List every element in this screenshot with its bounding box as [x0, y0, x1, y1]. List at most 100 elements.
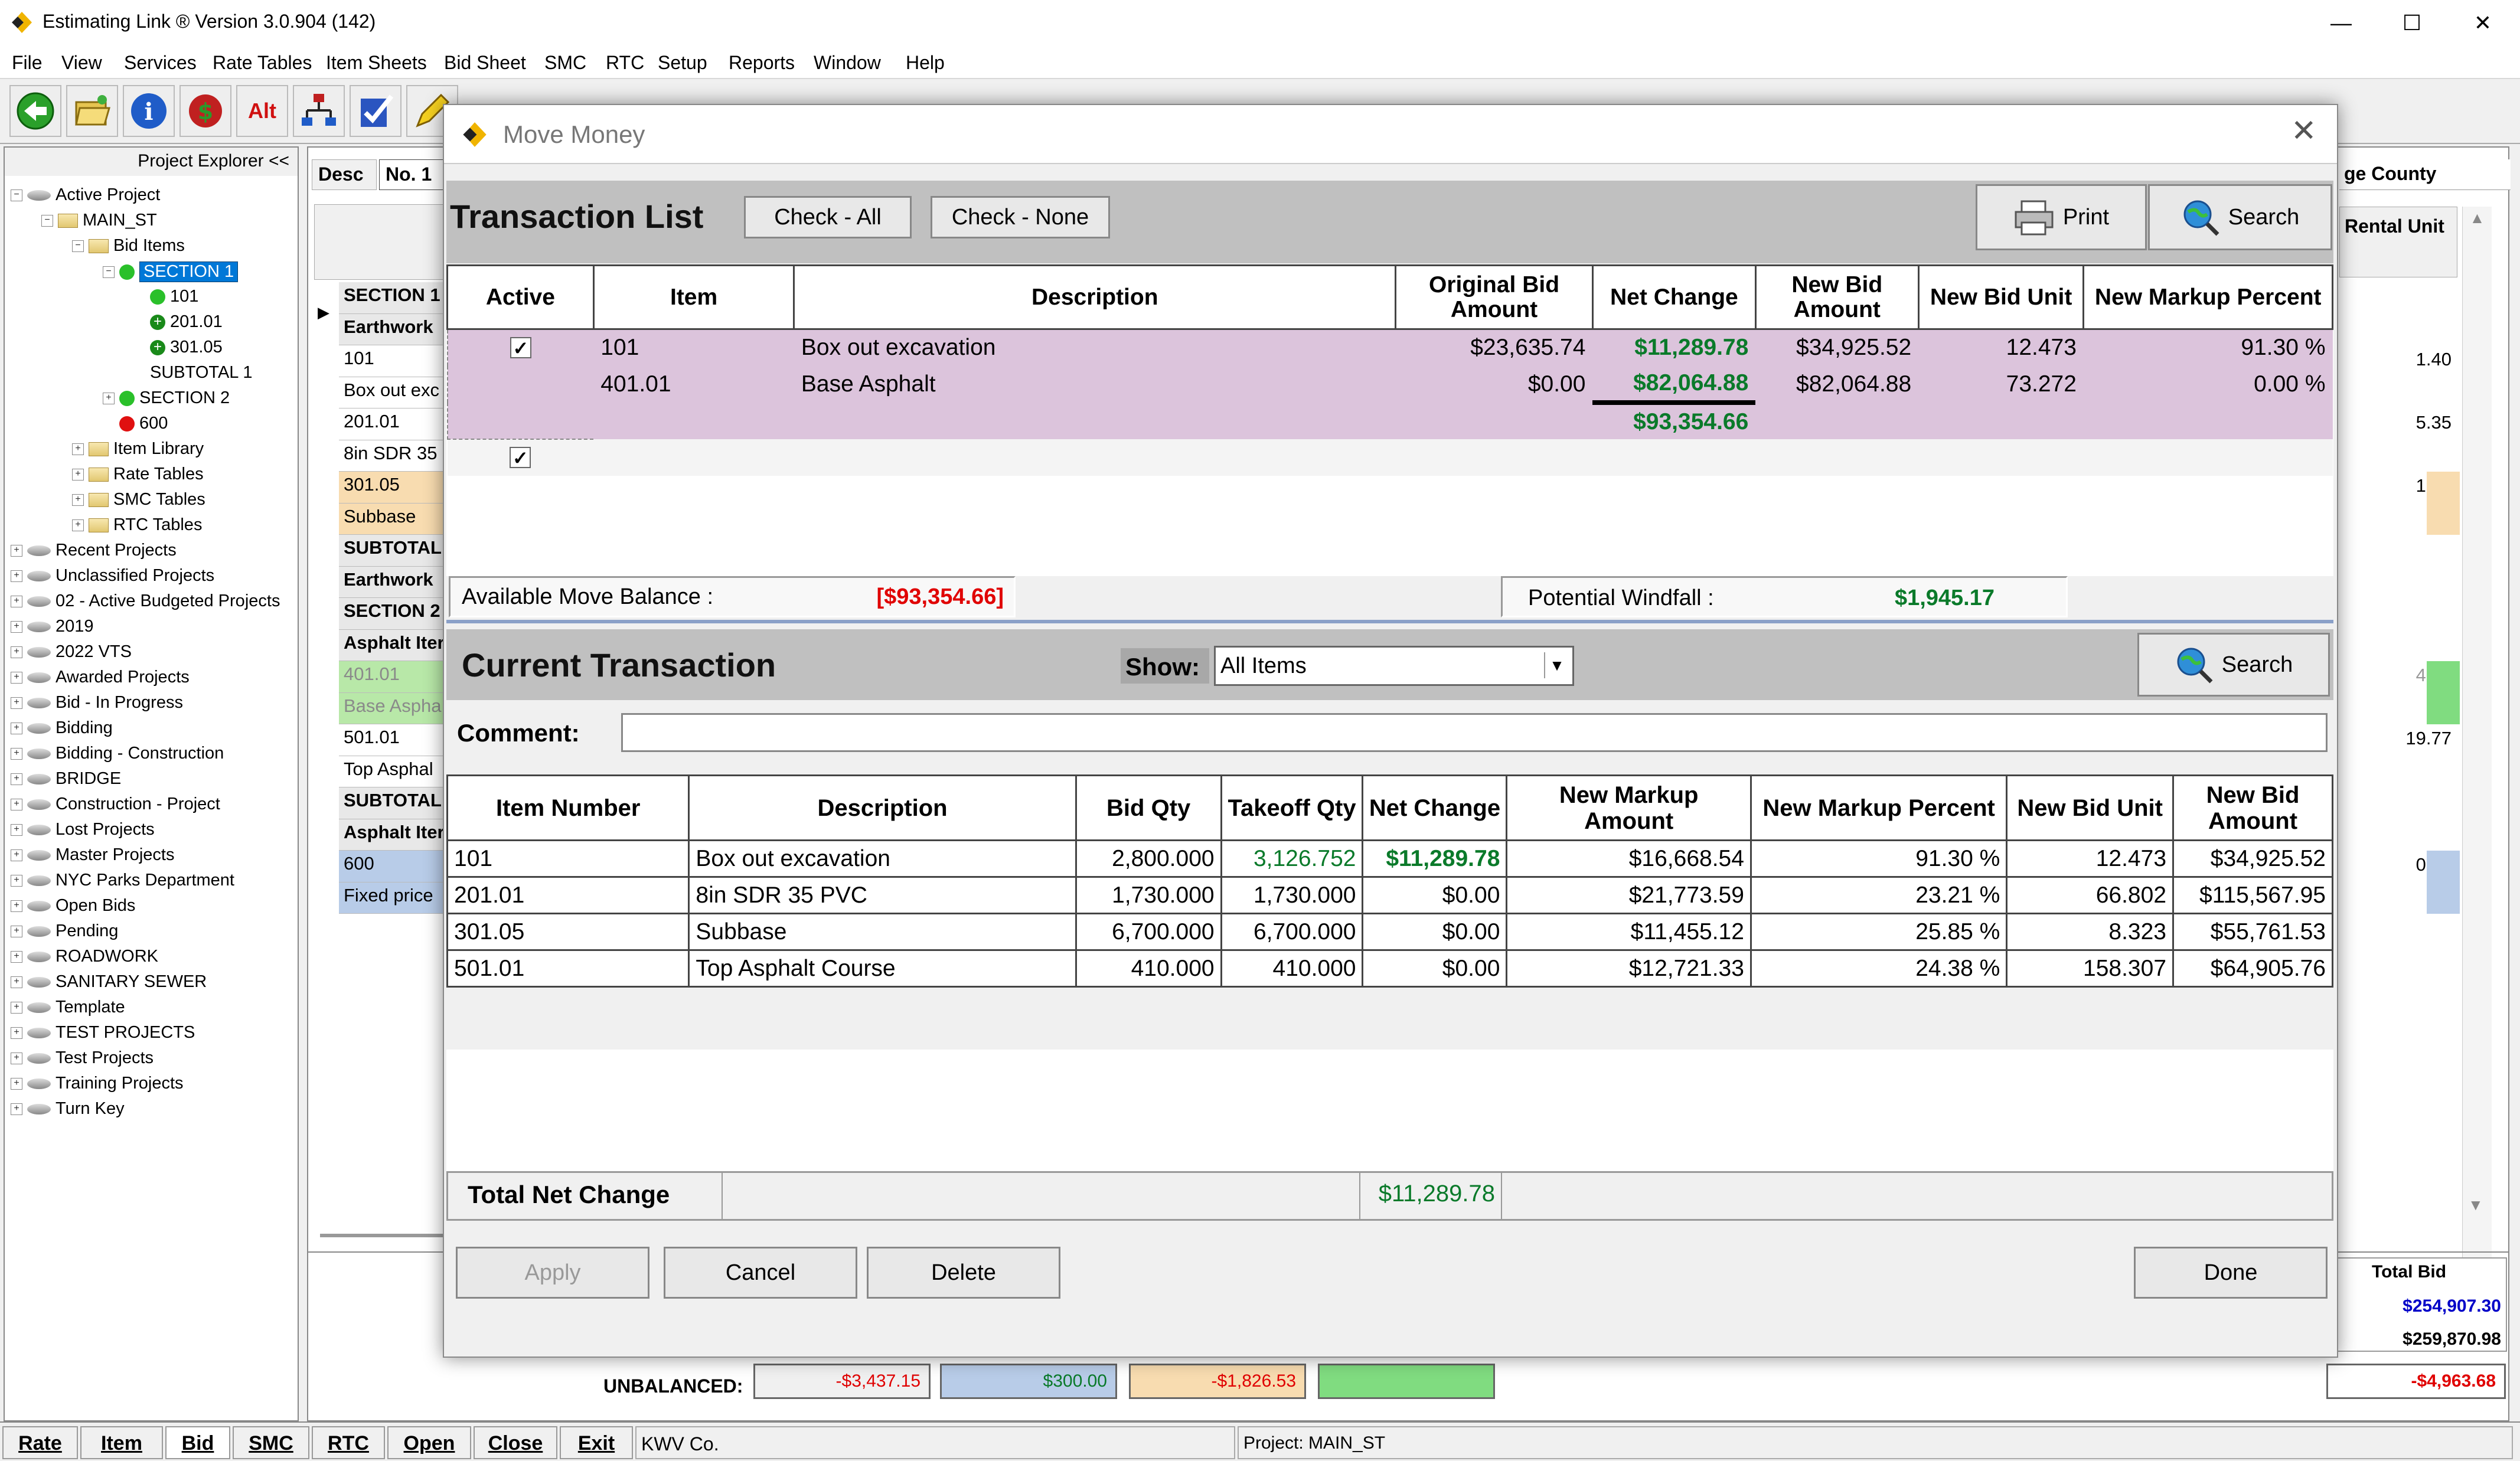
tree-item[interactable]: + RTC Tables	[72, 515, 202, 535]
tree-item[interactable]: +301.05	[133, 338, 223, 357]
col-original-bid-amount[interactable]: Original Bid Amount	[1395, 264, 1594, 330]
smc-tab[interactable]: SMC	[233, 1426, 309, 1459]
tree-item[interactable]: +201.01	[133, 312, 223, 332]
minimize-button[interactable]: —	[2315, 5, 2368, 41]
expand-icon[interactable]: +	[11, 620, 22, 633]
close-tab[interactable]: Close	[474, 1426, 557, 1459]
current-transaction-row[interactable]: 201.01 8in SDR 35 PVC 1,730.000 1,730.000 $0…	[446, 876, 2333, 914]
tree-item[interactable]: + SANITARY SEWER	[11, 972, 207, 992]
rtc-tab[interactable]: RTC	[312, 1426, 385, 1459]
col-active[interactable]: Active	[446, 264, 595, 330]
expand-icon[interactable]: +	[11, 798, 22, 810]
tree-item[interactable]: + SECTION 2	[103, 388, 230, 408]
menu-smc[interactable]: SMC	[544, 52, 586, 74]
collapse-icon[interactable]: −	[72, 240, 84, 252]
col-new-bid-unit[interactable]: New Bid Unit	[2006, 774, 2175, 841]
tree-item[interactable]: + Bidding - Construction	[11, 744, 224, 763]
expand-icon[interactable]: +	[11, 747, 22, 760]
tree-item[interactable]: + SMC Tables	[72, 490, 205, 509]
tree-item[interactable]: + Open Bids	[11, 896, 135, 916]
col-new-markup-percent[interactable]: New Markup Percent	[1749, 774, 2008, 841]
tree-item[interactable]: + Bidding	[11, 718, 113, 738]
menu-view[interactable]: View	[61, 52, 102, 74]
menu-file[interactable]: File	[12, 52, 43, 74]
expand-icon[interactable]: +	[11, 1077, 22, 1090]
tree-item[interactable]: + TEST PROJECTS	[11, 1023, 195, 1042]
tree-item[interactable]: SUBTOTAL 1	[133, 363, 253, 383]
menu-window[interactable]: Window	[814, 52, 881, 74]
org-chart-button[interactable]	[293, 85, 345, 137]
tree-item[interactable]: + NYC Parks Department	[11, 871, 234, 890]
tree-item[interactable]: + Master Projects	[11, 845, 174, 865]
tree-item[interactable]: + ROADWORK	[11, 947, 158, 966]
tree-item[interactable]: + Test Projects	[11, 1048, 154, 1068]
transaction-search-button[interactable]: Search	[2148, 184, 2332, 250]
delete-button[interactable]: Delete	[867, 1247, 1060, 1299]
current-transaction-row[interactable]: 101 Box out excavation 2,800.000 3,126.752 $…	[446, 839, 2333, 878]
col-new-bid-amount[interactable]: New Bid Amount	[2172, 774, 2333, 841]
info-button[interactable]: i	[123, 85, 175, 137]
menu-rtc[interactable]: RTC	[606, 52, 644, 74]
chevron-down-icon[interactable]: ▼	[1544, 652, 1569, 678]
tree-item[interactable]: + Lost Projects	[11, 820, 155, 839]
checklist-button[interactable]	[350, 85, 401, 137]
col-description[interactable]: Description	[688, 774, 1077, 841]
menu-bid-sheet[interactable]: Bid Sheet	[444, 52, 526, 74]
collapse-icon[interactable]: −	[41, 214, 53, 227]
active-checkbox[interactable]: ✓	[510, 337, 531, 359]
expand-icon[interactable]: +	[11, 925, 22, 937]
show-select[interactable]: All Items ▼	[1214, 646, 1574, 686]
apply-button[interactable]: Apply	[456, 1247, 649, 1299]
scroll-down-arrow-icon[interactable]: ▼	[2468, 1196, 2483, 1214]
check-none-button[interactable]: Check - None	[931, 196, 1110, 238]
project-explorer-header[interactable]: Project Explorer <<	[5, 148, 298, 176]
menu-help[interactable]: Help	[906, 52, 945, 74]
menu-setup[interactable]: Setup	[658, 52, 707, 74]
tree-item[interactable]: + Awarded Projects	[11, 668, 190, 687]
tree-item[interactable]: 600	[103, 414, 168, 433]
money-button[interactable]: $	[179, 85, 231, 137]
menu-services[interactable]: Services	[124, 52, 197, 74]
tree-item[interactable]: 101	[133, 287, 198, 306]
expand-icon[interactable]: +	[11, 646, 22, 658]
col-bid-qty[interactable]: Bid Qty	[1075, 774, 1222, 841]
transaction-row[interactable]: ✓	[447, 439, 2333, 476]
col-new-markup-percent[interactable]: New Markup Percent	[2082, 264, 2333, 330]
bid-tab[interactable]: Bid	[165, 1426, 230, 1459]
open-tab[interactable]: Open	[387, 1426, 471, 1459]
expand-icon[interactable]: +	[11, 671, 22, 684]
expand-icon[interactable]: +	[11, 823, 22, 836]
expand-icon[interactable]: +	[72, 443, 84, 455]
transaction-row[interactable]: 401.01 Base Asphalt $0.00 $82,064.88 $82…	[446, 365, 2333, 405]
done-button[interactable]: Done	[2134, 1247, 2328, 1299]
expand-icon[interactable]: +	[72, 519, 84, 531]
alt-button[interactable]: Alt	[236, 85, 288, 137]
expand-icon[interactable]: +	[11, 722, 22, 734]
col-takeoff-qty[interactable]: Takeoff Qty	[1220, 774, 1364, 841]
print-button[interactable]: Print	[1976, 184, 2147, 250]
tree-item[interactable]: + Construction - Project	[11, 795, 220, 814]
expand-icon[interactable]: +	[11, 1052, 22, 1064]
col-new-markup-amount[interactable]: New Markup Amount	[1506, 774, 1752, 841]
expand-icon[interactable]: +	[72, 493, 84, 506]
current-transaction-row[interactable]: 301.05 Subbase 6,700.000 6,700.000 $0.00 $11,…	[446, 913, 2333, 951]
col-description[interactable]: Description	[793, 264, 1397, 330]
tree-item[interactable]: + Unclassified Projects	[11, 566, 214, 586]
cancel-button[interactable]: Cancel	[664, 1247, 857, 1299]
transaction-row[interactable]: ✓ 101 Box out excavation $23,635.74 $11,…	[446, 328, 2333, 366]
col-new-bid-unit[interactable]: New Bid Unit	[1917, 264, 2085, 330]
col-net-change[interactable]: Net Change	[1362, 774, 1508, 841]
expand-icon[interactable]: +	[11, 849, 22, 861]
tree-item[interactable]: + Turn Key	[11, 1099, 125, 1119]
tree-item[interactable]: + Template	[11, 998, 125, 1017]
vertical-scrollbar[interactable]: ▲	[2462, 207, 2492, 1257]
exit-tab[interactable]: Exit	[560, 1426, 633, 1459]
desc-column-header[interactable]: Desc	[312, 159, 377, 190]
dialog-close-icon[interactable]: ✕	[2291, 113, 2317, 149]
current-transaction-row[interactable]: 501.01 Top Asphalt Course 410.000 410.000 $0…	[446, 949, 2333, 988]
expand-icon[interactable]: +	[11, 1027, 22, 1039]
expand-icon[interactable]: +	[11, 1103, 22, 1115]
tree-item[interactable]: + Pending	[11, 921, 118, 941]
expand-icon[interactable]: +	[11, 976, 22, 988]
item-tab[interactable]: Item	[80, 1426, 163, 1459]
